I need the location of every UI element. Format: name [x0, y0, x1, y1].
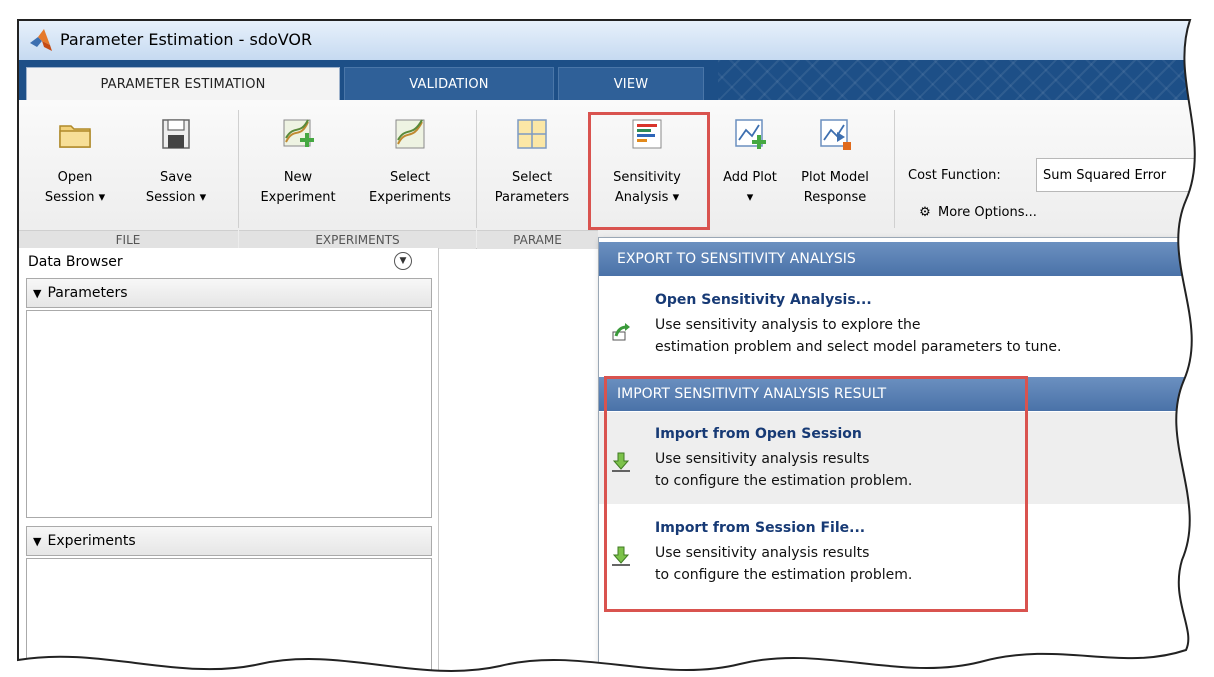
open-sa-title: Open Sensitivity Analysis... — [655, 292, 872, 308]
parameters-panel — [26, 310, 432, 518]
triangle-down-icon: ▼ — [33, 287, 42, 300]
tab-strip-pattern — [718, 60, 1214, 100]
open-sensitivity-analysis-item[interactable]: Open Sensitivity Analysis... Use sensiti… — [599, 278, 1214, 370]
more-options-button[interactable]: ⚙ More Options... — [916, 205, 1037, 220]
experiments-section-header[interactable]: ▼ Experiments — [26, 526, 432, 556]
tab-strip: PARAMETER ESTIMATION VALIDATION VIEW — [18, 60, 1214, 101]
group-label-experiments: EXPERIMENTS — [239, 230, 476, 249]
export-header: EXPORT TO SENSITIVITY ANALYSIS — [599, 242, 1214, 276]
window-title: Parameter Estimation - sdoVOR — [60, 30, 313, 49]
new-experiment-button[interactable]: New Experiment — [252, 100, 344, 230]
save-session-label: Save Session ▾ — [145, 170, 207, 205]
open-sa-desc-line2: estimation problem and select model para… — [655, 339, 1062, 355]
title-bar: Parameter Estimation - sdoVOR — [18, 20, 1214, 61]
app-window: Parameter Estimation - sdoVOR PARAMETER … — [18, 20, 1214, 677]
select-parameters-button[interactable]: Select Parameters — [484, 100, 580, 230]
group-label-file: FILE — [18, 230, 238, 249]
triangle-down-icon: ▼ — [33, 535, 42, 548]
import-section-highlight — [604, 376, 1028, 612]
folder-icon — [59, 125, 91, 148]
add-plot-icon — [735, 119, 766, 149]
tab-view[interactable]: VIEW — [558, 67, 704, 101]
separator — [894, 110, 895, 228]
data-browser: Data Browser ▼ ▼ Parameters ▼ Experiments — [18, 248, 439, 677]
plot-model-response-icon — [820, 119, 851, 150]
tab-parameter-estimation[interactable]: PARAMETER ESTIMATION — [26, 67, 340, 101]
cost-function-select[interactable]: Sum Squared Error — [1036, 158, 1214, 192]
add-plot-button[interactable]: Add Plot ▾ — [712, 100, 788, 230]
separator — [476, 110, 477, 228]
parameters-section-header[interactable]: ▼ Parameters — [26, 278, 432, 308]
add-plot-label: Add Plot ▾ — [723, 170, 777, 205]
export-arrow-icon — [612, 323, 630, 341]
experiments-section-label: Experiments — [47, 533, 136, 549]
sensitivity-button-highlight — [588, 112, 710, 230]
tab-validation[interactable]: VALIDATION — [344, 67, 554, 101]
open-session-label: Open Session ▾ — [44, 170, 106, 205]
more-options-label: More Options... — [938, 205, 1037, 220]
open-session-button[interactable]: Open Session ▾ — [32, 100, 118, 230]
parameters-grid-icon — [517, 119, 547, 149]
experiments-panel — [26, 558, 432, 677]
new-experiment-label: New Experiment — [260, 170, 336, 205]
select-experiments-label: Select Experiments — [369, 170, 451, 205]
plot-model-response-label: Plot Model Response — [801, 170, 869, 205]
cost-function-label: Cost Function: — [908, 168, 1001, 183]
select-parameters-label: Select Parameters — [494, 170, 570, 205]
select-experiments-button[interactable]: Select Experiments — [356, 100, 464, 230]
save-disk-icon — [162, 119, 190, 149]
parameters-section-label: Parameters — [47, 285, 128, 301]
open-sa-desc-line1: Use sensitivity analysis to explore the — [655, 317, 921, 333]
chevron-down-icon[interactable]: ▼ — [394, 252, 412, 270]
separator — [238, 110, 239, 228]
data-browser-header: Data Browser ▼ — [18, 252, 438, 274]
group-label-parameters: PARAME — [477, 230, 598, 249]
gear-icon: ⚙ — [919, 205, 931, 220]
new-experiment-icon — [283, 119, 314, 147]
save-session-button[interactable]: Save Session ▾ — [128, 100, 224, 230]
data-browser-title: Data Browser — [28, 254, 123, 270]
plot-model-response-button[interactable]: Plot Model Response — [792, 100, 878, 230]
select-experiments-icon — [395, 119, 425, 149]
matlab-logo-icon — [30, 29, 52, 51]
